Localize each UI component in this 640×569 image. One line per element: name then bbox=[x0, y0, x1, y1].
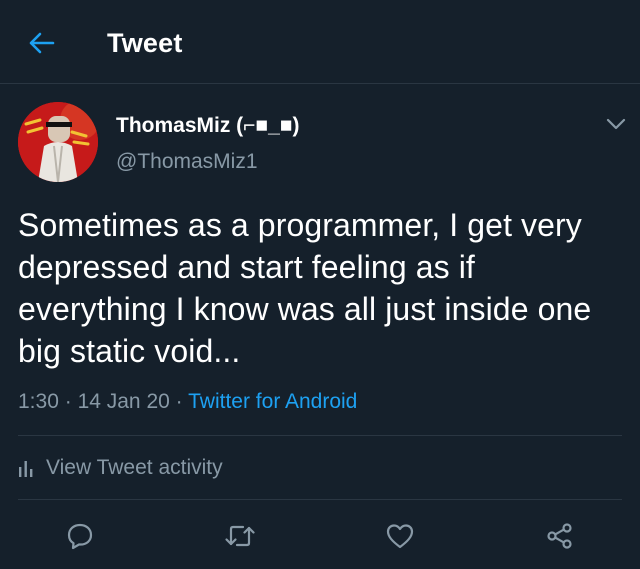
reply-button[interactable] bbox=[62, 518, 98, 554]
share-icon bbox=[547, 523, 572, 549]
top-bar: Tweet bbox=[0, 0, 640, 84]
author-display-name[interactable]: ThomasMiz (⌐■_■) bbox=[116, 112, 299, 140]
avatar-image bbox=[18, 102, 98, 182]
tweet-date: 14 Jan 20 bbox=[77, 390, 170, 413]
like-button[interactable] bbox=[382, 518, 418, 554]
divider bbox=[18, 499, 622, 500]
share-button[interactable] bbox=[542, 518, 578, 554]
view-activity-button[interactable]: View Tweet activity bbox=[18, 453, 223, 483]
avatar[interactable] bbox=[18, 102, 98, 182]
tweet-metadata: 1:30 · 14 Jan 20 · Twitter for Android bbox=[18, 388, 357, 416]
back-arrow-icon bbox=[29, 32, 55, 54]
author-username[interactable]: @ThomasMiz1 bbox=[116, 148, 258, 176]
tweet-source-link[interactable]: Twitter for Android bbox=[188, 390, 357, 413]
reply-icon bbox=[67, 523, 93, 550]
view-activity-label: View Tweet activity bbox=[46, 456, 223, 479]
meta-separator: · bbox=[64, 390, 72, 413]
more-options-button[interactable] bbox=[602, 112, 630, 136]
page-title: Tweet bbox=[107, 28, 183, 58]
tweet-time: 1:30 bbox=[18, 390, 59, 413]
retweet-button[interactable] bbox=[222, 518, 258, 554]
divider bbox=[18, 435, 622, 436]
meta-separator: · bbox=[175, 390, 183, 413]
retweet-icon bbox=[225, 525, 255, 547]
back-button[interactable] bbox=[26, 28, 56, 58]
chevron-down-icon bbox=[606, 118, 626, 130]
bar-chart-icon bbox=[18, 459, 34, 477]
tweet-text: Sometimes as a programmer, I get very de… bbox=[18, 207, 592, 369]
heart-icon bbox=[386, 524, 414, 549]
